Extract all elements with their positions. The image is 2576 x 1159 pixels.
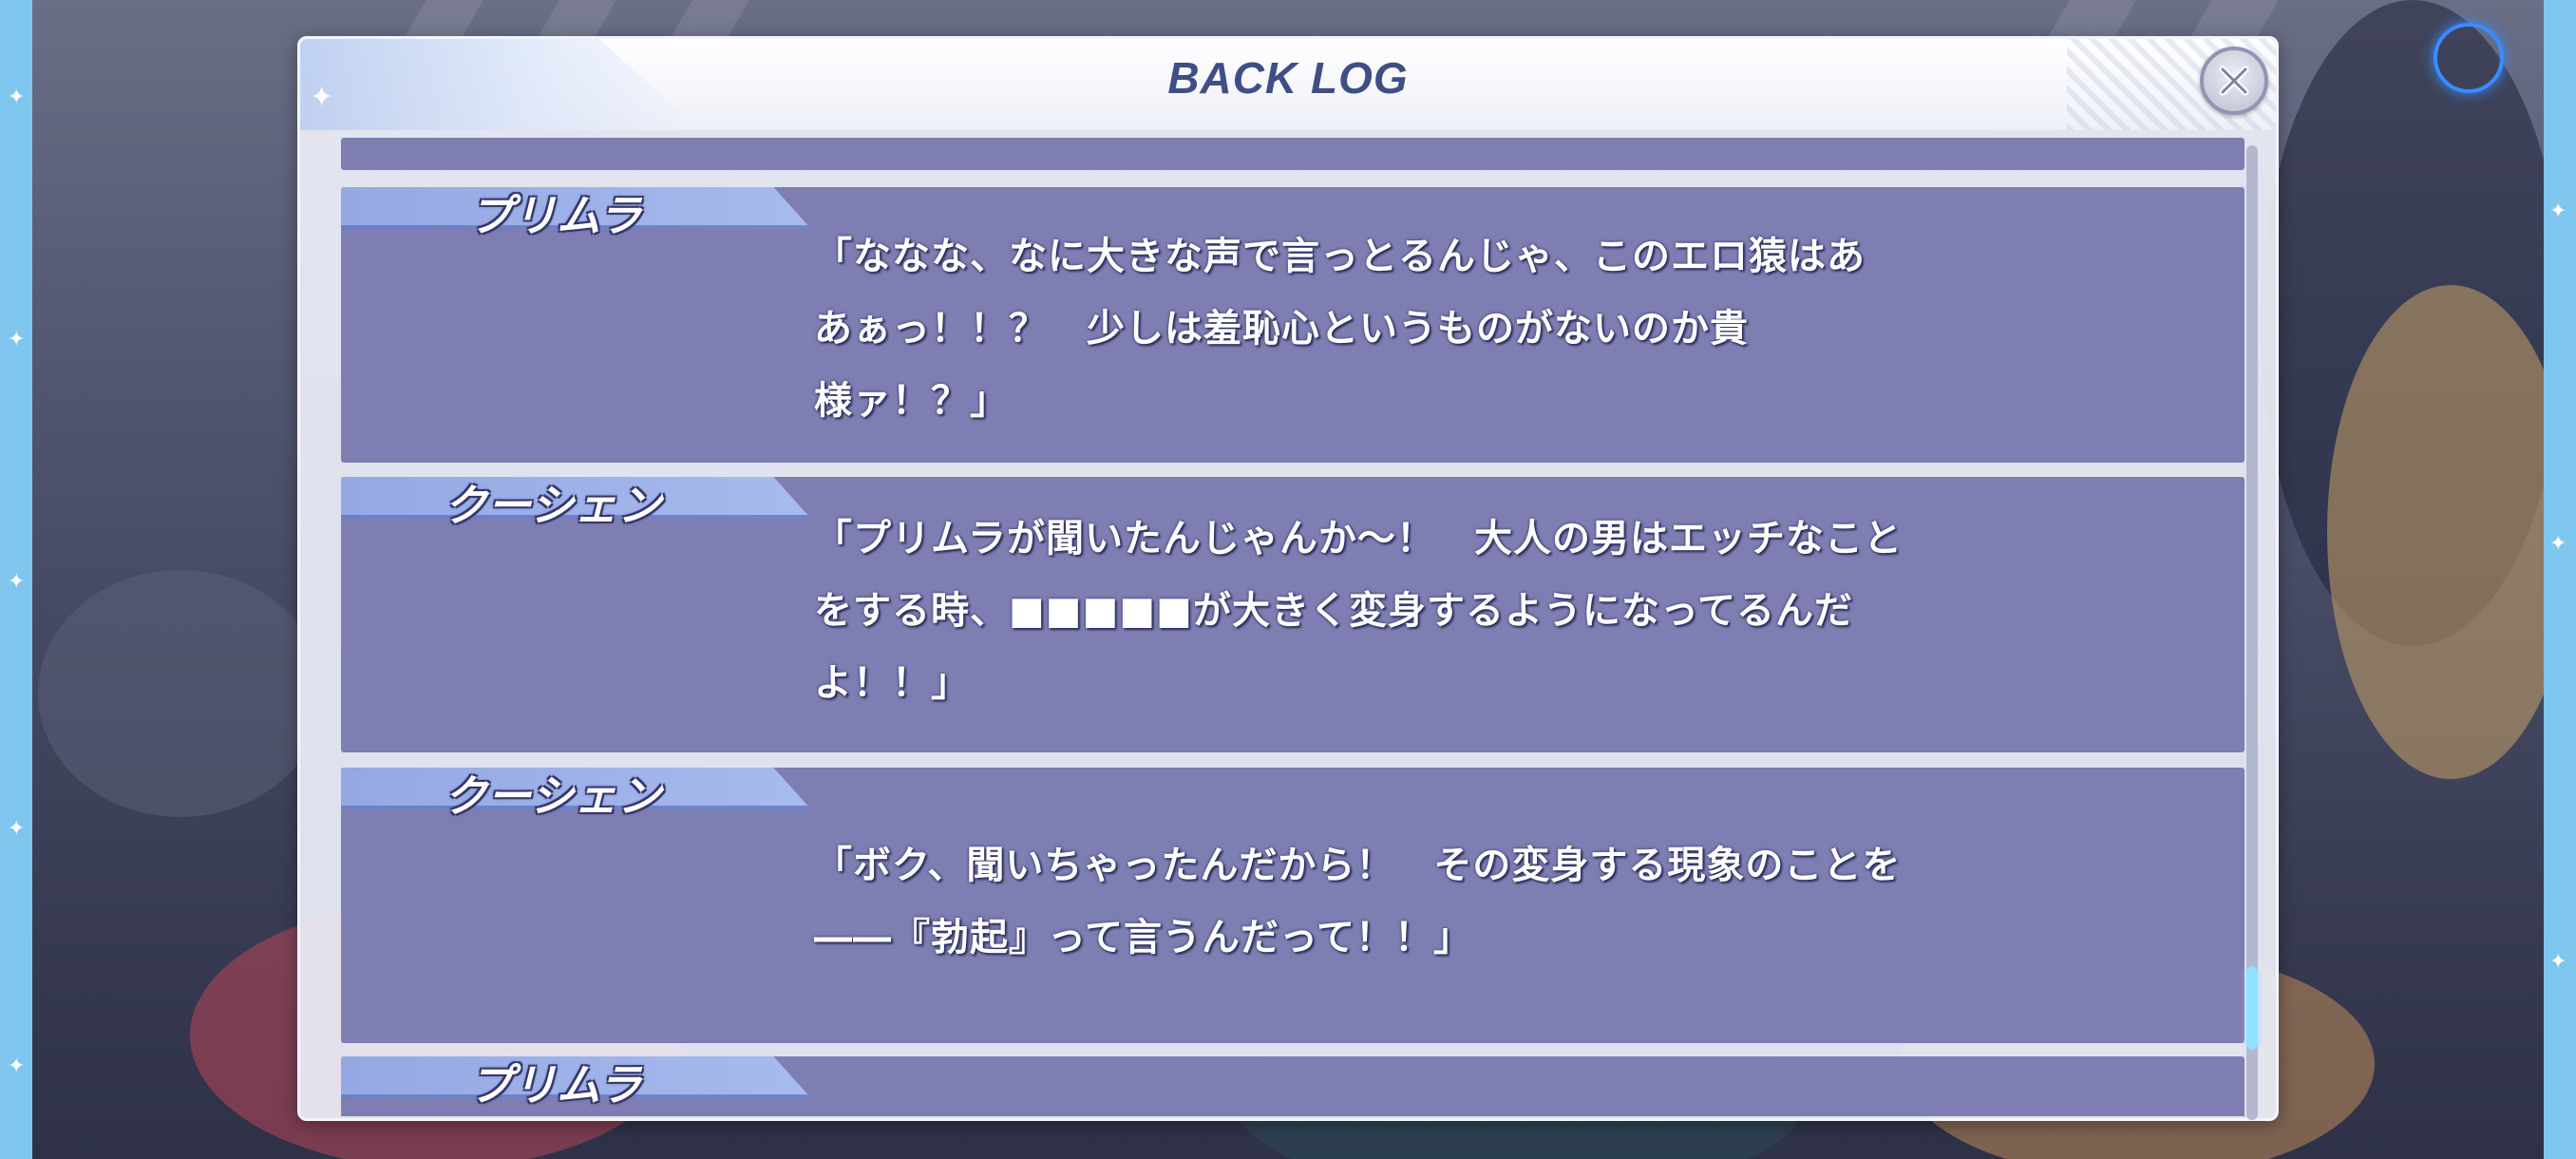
dialogue-line: 「ななな、なに大きな声で言っとるんじゃ、このエロ猿はあ [814,235,1866,278]
sparkle-icon: ✦ [8,86,26,109]
close-x-icon [2219,66,2249,96]
sparkle-icon: ✦ [8,1054,26,1078]
dialogue-line: をする時、■■■■■が大きく変身するようになってるんだ [814,589,1853,633]
dialogue-line: 「プリムラが聞いたんじゃんか～！ 大人の男はエッチなこと [814,517,1903,560]
window-title: BACK LOG [1167,53,1409,103]
speaker-name: プリムラ [469,1059,642,1111]
dialogue-line: ――『勃起』って言うんだって！！」 [814,916,1472,960]
speaker-name: クーシェン [444,770,662,822]
log-entry[interactable] [341,138,2245,170]
dialogue-line: 様ァ！？」 [814,379,1009,423]
dialogue-line: よ！！」 [814,661,970,705]
sparkle-icon: ✦ [8,328,26,352]
dialogue-line: 「ボク、聞いちゃったんだから！ その変身する現象のことを [814,844,1902,887]
sparkle-icon: ✦ [2549,532,2567,556]
sparkle-icon: ✦ [2549,950,2567,974]
close-button[interactable] [2200,47,2268,115]
title-bar: ✦ BACK LOG [300,39,2276,130]
speaker-name: プリムラ [469,190,642,241]
right-frame-border [2544,0,2576,1159]
scrollbar-thumb[interactable] [2246,967,2258,1049]
log-entry[interactable]: クーシェン 「プリムラが聞いたんじゃんか～！ 大人の男はエッチなこと をする時、… [341,477,2245,752]
scrollbar[interactable] [2246,145,2258,1120]
backlog-window: ✦ BACK LOG プリムラ 「ななな、なに大きな声で言っとるんじゃ、このエロ… [297,36,2279,1121]
sparkle-icon: ✦ [2549,200,2567,223]
speaker-name: クーシェン [444,480,662,531]
log-entry[interactable]: クーシェン 「ボク、聞いちゃったんだから！ その変身する現象のことを ――『勃起… [341,768,2245,1043]
log-entry[interactable]: プリムラ 「ななな、なに大きな声で言っとるんじゃ、このエロ猿はあ あぁっ！！？ … [341,187,2245,463]
target-ring-icon [2434,23,2504,93]
backlog-list[interactable]: プリムラ 「ななな、なに大きな声で言っとるんじゃ、このエロ猿はあ あぁっ！！？ … [305,138,2248,1116]
sparkle-icon: ✦ [8,817,26,841]
dialogue-line: あぁっ！！？ 少しは羞恥心というものがないのか貴 [814,307,1749,351]
log-entry[interactable]: プリムラ [341,1056,2245,1116]
sparkle-icon: ✦ [8,570,26,594]
